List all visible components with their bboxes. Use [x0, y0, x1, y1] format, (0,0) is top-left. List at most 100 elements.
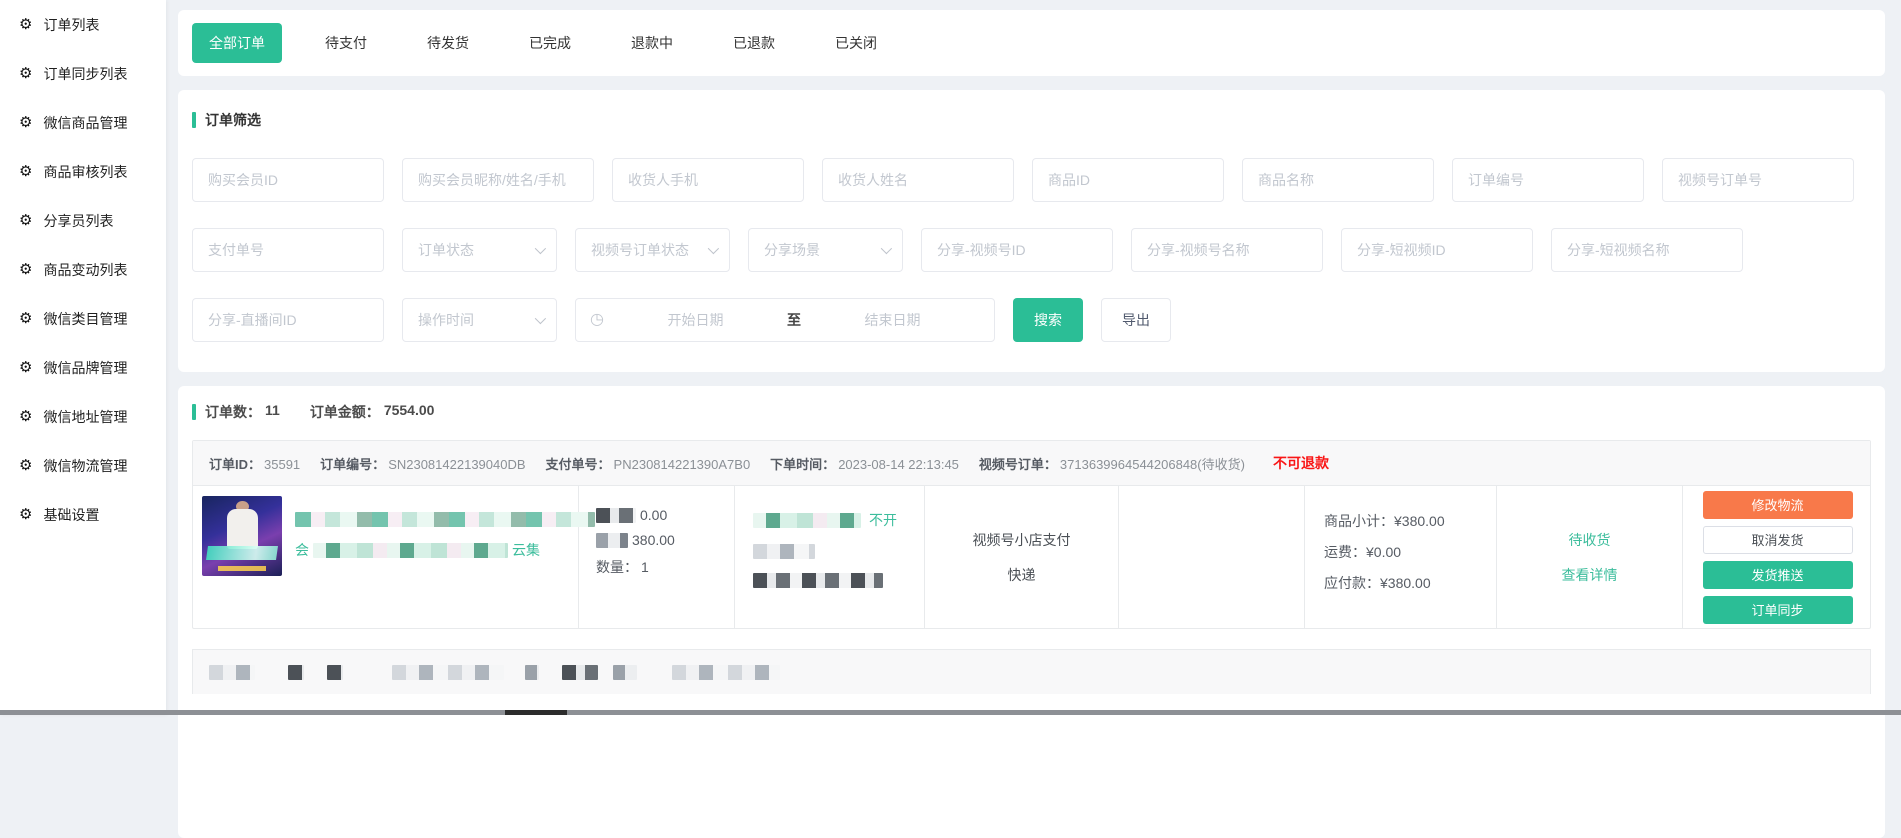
select-placeholder: 分享场景 — [764, 240, 820, 260]
sidebar-item-10[interactable]: ⚙微信物流管理 — [0, 441, 166, 490]
poster-subtitle-art — [218, 566, 266, 571]
chevron-down-icon — [535, 243, 546, 254]
order-row: 会 云集 0.00 380.00 — [193, 486, 1870, 628]
sidebar: ⚙订单列表⚙订单同步列表⚙微信商品管理⚙商品审核列表⚙分享员列表⚙商品变动列表⚙… — [0, 0, 166, 715]
censored-text-block — [313, 543, 508, 558]
sidebar-item-8[interactable]: ⚙ 微信品牌管理 — [0, 343, 166, 392]
payment-cell: 视频号小店支付 快递 — [925, 486, 1119, 628]
gear-icon: ⚙ — [19, 507, 32, 522]
sidebar-item-9[interactable]: ⚙微信地址管理 — [0, 392, 166, 441]
buyer-cell: 不开 — [735, 486, 925, 628]
order-header-label: 支付单号： — [546, 457, 611, 472]
quantity-line: 数量： 1 — [596, 557, 734, 577]
totals-label: 运费： — [1324, 544, 1366, 560]
sidebar-item-6[interactable]: ⚙ 商品变动列表 — [0, 245, 166, 294]
product-name[interactable]: 会 云集 — [282, 496, 595, 628]
sidebar-item-7[interactable]: ⚙ 微信类目管理 — [0, 294, 166, 343]
horizontal-scrollbar[interactable] — [0, 710, 1901, 715]
tab-待发货[interactable]: 待发货 — [410, 23, 486, 63]
filter-input-分享-视频号ID[interactable] — [921, 228, 1113, 272]
poster-figure — [227, 509, 258, 549]
censored-text-block — [753, 544, 815, 559]
order-count-value: 11 — [265, 402, 280, 422]
view-detail-link[interactable]: 查看详情 — [1562, 565, 1618, 585]
order-header-field: 订单编号：SN23081422139040DB — [320, 454, 525, 473]
censored-text-block — [753, 573, 883, 588]
gear-icon: ⚙ — [19, 262, 32, 277]
sidebar-item-3[interactable]: ⚙微信商品管理 — [0, 98, 166, 147]
censored-text-block — [596, 533, 628, 548]
filter-input-分享-短视频名称[interactable] — [1551, 228, 1743, 272]
sidebar-item-label: 基础设置 — [43, 505, 99, 525]
order-amount: 订单金额： 7554.00 — [310, 402, 439, 422]
filter-input-商品ID[interactable] — [1032, 158, 1224, 202]
chevron-down-icon — [881, 243, 892, 254]
order-header-field: 支付单号：PN230814221390A7B0 — [546, 454, 751, 473]
order-header-value: 3713639964544206848(待收货) — [1060, 457, 1245, 472]
gear-icon: ⚙ — [19, 360, 32, 375]
order-summary: 订单数： 11 订单金额： 7554.00 — [192, 402, 1871, 422]
delivery-method: 快递 — [1008, 565, 1036, 585]
order-header-value: PN230814221390A7B0 — [614, 457, 751, 472]
sidebar-item-4[interactable]: ⚙商品审核列表 — [0, 147, 166, 196]
sidebar-item-2[interactable]: ⚙订单同步列表 — [0, 49, 166, 98]
filter-input-商品名称[interactable] — [1242, 158, 1434, 202]
修改物流-button[interactable]: 修改物流 — [1703, 491, 1853, 519]
totals-value: ¥380.00 — [1380, 575, 1431, 591]
order-header: 订单ID：35591订单编号：SN23081422139040DB支付单号：PN… — [193, 441, 1870, 486]
filter-input-分享-视频号名称[interactable] — [1131, 228, 1323, 272]
filter-card: 订单筛选 订单状态视频号订单状态 分享场景操作时间 ◷开始日期至结束日期搜索导出 — [178, 90, 1885, 372]
filter-select-分享场景[interactable]: 分享场景 — [748, 228, 903, 272]
tab-退款中[interactable]: 退款中 — [614, 23, 690, 63]
tab-已关闭[interactable]: 已关闭 — [818, 23, 894, 63]
订单同步-button[interactable]: 订单同步 — [1703, 596, 1853, 624]
actions-cell: 修改物流取消发货发货推送订单同步 — [1683, 486, 1872, 628]
sidebar-item-5[interactable]: ⚙分享员列表 — [0, 196, 166, 245]
tab-list: 全部订单待支付待发货已完成退款中已退款已关闭 — [192, 23, 920, 63]
sidebar-item-11[interactable]: ⚙ 基础设置 — [0, 490, 166, 539]
sidebar-item-label: 微信品牌管理 — [43, 358, 127, 378]
total-price-fragment: 380.00 — [632, 532, 675, 548]
filter-select-订单状态[interactable]: 订单状态 — [402, 228, 557, 272]
filter-input-视频号订单号[interactable] — [1662, 158, 1854, 202]
product-cell: 会 云集 — [193, 486, 579, 628]
filter-select-视频号订单状态[interactable]: 视频号订单状态 — [575, 228, 730, 272]
sidebar-item-label: 微信类目管理 — [43, 309, 127, 329]
filter-input-订单编号[interactable] — [1452, 158, 1644, 202]
date-range-picker[interactable]: ◷开始日期至结束日期 — [575, 298, 995, 342]
filter-input-购买会员昵称/姓名/手机[interactable] — [402, 158, 594, 202]
filter-input-支付单号[interactable] — [192, 228, 384, 272]
clock-icon: ◷ — [590, 312, 604, 328]
tab-全部订单[interactable]: 全部订单 — [192, 23, 282, 63]
filter-title: 订单筛选 — [205, 110, 261, 130]
filter-input-分享-直播间ID[interactable] — [192, 298, 384, 342]
totals-label: 商品小计： — [1324, 513, 1394, 529]
filter-input-收货人姓名[interactable] — [822, 158, 1014, 202]
censored-text-block — [525, 665, 539, 680]
sidebar-item-label: 订单列表 — [43, 15, 99, 35]
gear-icon: ⚙ — [19, 311, 32, 326]
sidebar-item-1[interactable]: ⚙订单列表 — [0, 0, 166, 49]
scrollbar-thumb[interactable] — [505, 710, 567, 715]
gear-icon: ⚙ — [19, 115, 32, 130]
tab-待支付[interactable]: 待支付 — [308, 23, 384, 63]
search-button[interactable]: 搜索 — [1013, 298, 1083, 342]
tab-已退款[interactable]: 已退款 — [716, 23, 792, 63]
filter-select-操作时间[interactable]: 操作时间 — [402, 298, 557, 342]
filter-input-分享-短视频ID[interactable] — [1341, 228, 1533, 272]
censored-text-block — [288, 665, 304, 680]
next-order-header-clipped — [192, 649, 1871, 694]
filter-input-收货人手机[interactable] — [612, 158, 804, 202]
chevron-down-icon — [535, 313, 546, 324]
取消发货-button[interactable]: 取消发货 — [1703, 526, 1853, 554]
发货推送-button[interactable]: 发货推送 — [1703, 561, 1853, 589]
sidebar-item-label: 商品变动列表 — [43, 260, 127, 280]
filter-rows: 订单状态视频号订单状态 分享场景操作时间 ◷开始日期至结束日期搜索导出 — [192, 158, 1871, 342]
export-button[interactable]: 导出 — [1101, 298, 1171, 342]
tab-已完成[interactable]: 已完成 — [512, 23, 588, 63]
product-image[interactable] — [202, 496, 282, 576]
order-header-value: SN23081422139040DB — [388, 457, 525, 472]
filter-input-购买会员ID[interactable] — [192, 158, 384, 202]
sidebar-item-label: 订单同步列表 — [43, 64, 127, 84]
payment-method: 视频号小店支付 — [973, 530, 1071, 550]
